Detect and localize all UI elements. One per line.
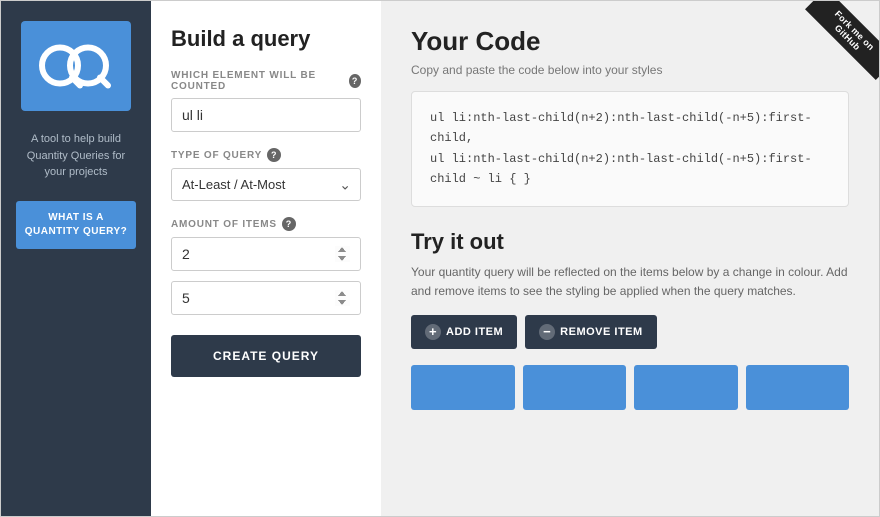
sidebar: A tool to help build Quantity Queries fo… <box>1 1 151 516</box>
amount-label: AMOUNT OF ITEMS ? <box>171 217 361 231</box>
remove-item-button[interactable]: − REMOVE ITEM <box>525 315 657 349</box>
right-panel: Your Code Copy and paste the code below … <box>381 1 879 516</box>
element-input[interactable] <box>171 98 361 132</box>
amount-help-icon[interactable]: ? <box>282 217 296 231</box>
preview-item-2 <box>523 365 627 410</box>
build-panel: Build a query WHICH ELEMENT WILL BE COUN… <box>151 1 381 516</box>
sidebar-tagline: A tool to help build Quantity Queries fo… <box>16 131 136 181</box>
build-title: Build a query <box>171 26 361 52</box>
element-label: WHICH ELEMENT WILL BE COUNTED ? <box>171 70 361 92</box>
amount-input-2-wrapper <box>171 281 361 315</box>
your-code-title: Your Code <box>411 26 849 57</box>
amount-input-1[interactable] <box>171 237 361 271</box>
what-is-quantity-query-button[interactable]: WHAT IS A QUANTITY QUERY? <box>16 201 136 249</box>
create-query-button[interactable]: CREATE QUERY <box>171 335 361 377</box>
app-container: A tool to help build Quantity Queries fo… <box>0 0 880 517</box>
code-box[interactable]: ul li:nth-last-child(n+2):nth-last-child… <box>411 91 849 207</box>
query-type-label: TYPE OF QUERY ? <box>171 148 361 162</box>
preview-item-3 <box>634 365 738 410</box>
logo-area <box>21 21 131 111</box>
items-preview <box>411 365 849 410</box>
preview-item-1 <box>411 365 515 410</box>
preview-item-4 <box>746 365 850 410</box>
query-type-wrapper: At-Least / At-Most At-Least At-Most Exac… <box>171 168 361 201</box>
add-icon: + <box>425 324 441 340</box>
your-code-subtitle: Copy and paste the code below into your … <box>411 63 849 77</box>
try-it-title: Try it out <box>411 229 849 255</box>
query-type-select[interactable]: At-Least / At-Most At-Least At-Most Exac… <box>171 168 361 201</box>
add-item-button[interactable]: + ADD ITEM <box>411 315 517 349</box>
code-content: ul li:nth-last-child(n+2):nth-last-child… <box>430 111 812 186</box>
try-it-description: Your quantity query will be reflected on… <box>411 263 849 301</box>
amount-input-2[interactable] <box>171 281 361 315</box>
query-type-help-icon[interactable]: ? <box>267 148 281 162</box>
element-help-icon[interactable]: ? <box>349 74 361 88</box>
action-buttons: + ADD ITEM − REMOVE ITEM <box>411 315 849 349</box>
logo-icon <box>36 36 116 96</box>
remove-icon: − <box>539 324 555 340</box>
amount-input-1-wrapper <box>171 237 361 271</box>
